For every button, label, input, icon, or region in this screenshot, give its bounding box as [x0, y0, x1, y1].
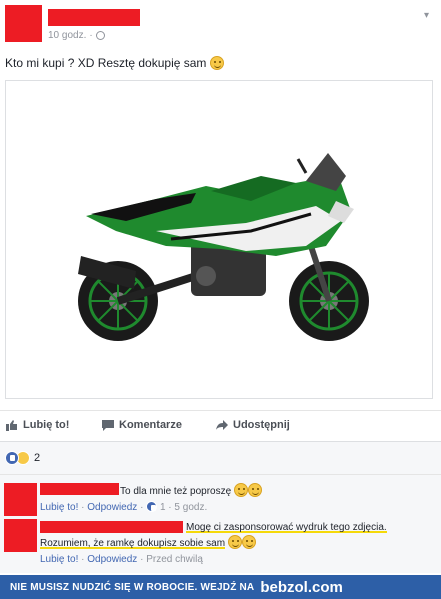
comment-meta: Lubię to! · Odpowiedz · 1 · 5 godz. — [40, 501, 208, 513]
smile-emoji-icon — [209, 56, 224, 70]
comment-text-line2: Rozumiem, że ramkę dokupisz sobie sam — [40, 535, 256, 550]
thumbs-up-icon — [6, 419, 17, 431]
comment-reply-link[interactable]: Odpowiedz — [87, 502, 137, 513]
post-meta: 10 godz. · — [48, 30, 105, 41]
like-button[interactable]: Lubię to! — [6, 419, 69, 431]
post-text: Kto mi kupi ? XD Resztę dokupię sam — [5, 56, 224, 70]
share-icon — [216, 419, 228, 430]
smile-emoji-icon — [241, 535, 256, 549]
comments-section: 2 To dla mnie też poproszę Lubię to! · O… — [0, 441, 441, 573]
post-photo[interactable] — [5, 80, 433, 399]
smile-emoji-icon — [227, 535, 242, 549]
globe-icon — [95, 31, 105, 40]
post-actions: Lubię to! Komentarze Udostępnij — [0, 410, 441, 440]
divider — [0, 474, 441, 475]
commenter-avatar-redacted[interactable] — [4, 519, 37, 552]
comment-text-line1: Mogę ci zasponsorować wydruk tego zdjęci… — [186, 522, 387, 533]
comment-icon — [102, 419, 114, 431]
watermark-banner: NIE MUSISZ NUDZIĆ SIĘ W ROBOCIE. WEJDŹ N… — [0, 575, 441, 599]
post: 10 godz. · ▾ Kto mi kupi ? XD Resztę dok… — [0, 0, 441, 441]
author-name-redacted[interactable] — [48, 9, 140, 26]
laughing-emoji-icon — [247, 483, 262, 497]
chevron-down-icon[interactable]: ▾ — [424, 10, 429, 21]
comment-time[interactable]: Przed chwilą — [146, 554, 203, 565]
commenter-name-redacted[interactable] — [40, 521, 183, 533]
comment-time[interactable]: 5 godz. — [174, 502, 207, 513]
share-button[interactable]: Udostępnij — [216, 419, 290, 431]
comment-text: To dla mnie też poproszę — [120, 483, 262, 498]
reactions-summary[interactable]: 2 — [5, 451, 40, 465]
comment-like-link[interactable]: Lubię to! — [40, 554, 78, 565]
commenter-avatar-redacted[interactable] — [4, 483, 37, 516]
author-avatar-redacted[interactable] — [5, 5, 42, 42]
comment-like-count[interactable]: 1 — [160, 502, 166, 513]
comment-like-link[interactable]: Lubię to! — [40, 502, 78, 513]
laughing-emoji-icon — [233, 483, 248, 497]
comment-meta: Lubię to! · Odpowiedz · Przed chwilą — [40, 554, 203, 565]
comment-button[interactable]: Komentarze — [102, 419, 182, 431]
like-reaction-icon — [5, 451, 19, 465]
comment-reply-link[interactable]: Odpowiedz — [87, 554, 137, 565]
like-reaction-icon — [146, 501, 158, 512]
motorcycle-image — [78, 153, 369, 341]
commenter-name-redacted[interactable] — [40, 483, 119, 495]
post-time[interactable]: 10 godz. — [48, 30, 86, 41]
banner-text: NIE MUSISZ NUDZIĆ SIĘ W ROBOCIE. WEJDŹ N… — [10, 581, 255, 593]
banner-logo: bebzol.com — [260, 578, 343, 596]
reaction-count: 2 — [34, 452, 41, 464]
